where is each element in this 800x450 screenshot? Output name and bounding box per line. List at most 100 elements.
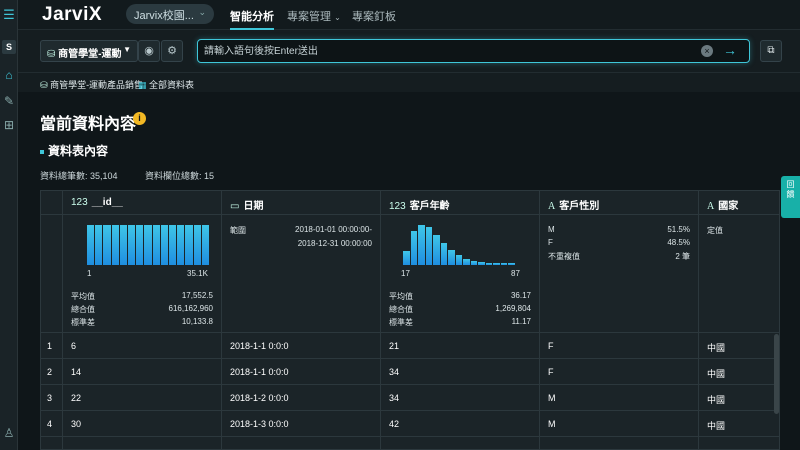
histogram-bar xyxy=(136,225,144,265)
hist-max-label: 35.1K xyxy=(187,269,208,278)
column-summary-gender: M 51.5% F 48.5% 不重複值 2 筆 xyxy=(540,215,698,333)
table-cell: F xyxy=(540,333,698,359)
user-icon[interactable]: ♙ xyxy=(2,426,16,440)
histogram-bar xyxy=(144,225,152,265)
histogram-bar xyxy=(87,225,95,265)
nav-project-management[interactable]: 專案管理 ⌄ xyxy=(287,8,341,24)
table-cell: 中國 xyxy=(699,411,779,437)
column-summary-date: 範圍 2018-01-01 00:00:00- 2018-12-31 00:00… xyxy=(222,215,380,333)
gear-icon: ⚙ xyxy=(167,45,177,57)
histogram-bar xyxy=(177,225,185,265)
home-icon[interactable]: ⌂ xyxy=(2,68,16,82)
stat-std-value: 10,133.8 xyxy=(181,317,213,326)
stat-std-value: 11.17 xyxy=(511,317,531,326)
histogram-bar xyxy=(500,263,508,265)
table-cell: 2018-1-2 0:0:0 xyxy=(222,385,380,411)
query-box: × → xyxy=(197,39,750,63)
hist-max-label: 87 xyxy=(511,269,520,278)
histogram-bar xyxy=(425,227,433,265)
column-id: 123 __id__ 1 35.1K 平均值 17,552.5 總合值 616,162… xyxy=(63,191,222,449)
breadcrumb-dataset[interactable]: ⛁ 商管學堂-運動產品銷售 xyxy=(40,78,143,91)
histogram-bar xyxy=(201,225,209,265)
stat-std-label: 標準差 xyxy=(389,318,413,327)
table-cell: 34 xyxy=(381,385,539,411)
workspace-label: Jarvix校園... xyxy=(134,10,194,22)
column-summary-country: 定值 xyxy=(699,215,779,333)
category-f: F 48.5% xyxy=(548,238,690,249)
dataset-select[interactable]: ⛁ 商管學堂-運動 ▼ xyxy=(40,40,138,62)
column-header-country[interactable]: A 國家 xyxy=(699,191,779,215)
column-name: __id__ xyxy=(91,197,123,208)
eye-icon: ◉ xyxy=(144,45,154,57)
category-m: M 51.5% xyxy=(548,225,690,236)
table-cell: M xyxy=(540,411,698,437)
top-bar: JarviX Jarvix校園... ⌄ 智能分析 專案管理 ⌄ 專案釘板 xyxy=(18,0,800,30)
category-value: 2 筆 xyxy=(675,252,690,261)
row-index: 2 xyxy=(41,359,62,385)
table-cell: 42 xyxy=(381,411,539,437)
column-header-date[interactable]: ▭ 日期 xyxy=(222,191,380,215)
histogram-bar xyxy=(433,235,440,265)
hierarchy-icon[interactable]: ⊞ xyxy=(2,118,16,132)
data-table: 1 2 3 4 123 __id__ 1 35.1K 平均值 17,552.5 總合… xyxy=(40,190,780,450)
preview-button[interactable]: ◉ xyxy=(138,40,160,62)
workspace-selector[interactable]: Jarvix校園... ⌄ xyxy=(126,4,214,24)
category-label: F xyxy=(548,238,553,247)
stat-std: 標準差 11.17 xyxy=(389,317,531,328)
column-header-id[interactable]: 123 __id__ xyxy=(63,191,221,215)
breadcrumb-table[interactable]: ▦ 全部資料表 xyxy=(138,78,194,91)
info-icon[interactable]: i xyxy=(133,112,146,125)
histogram-age xyxy=(403,225,515,265)
breadcrumb-dataset-label: 商管學堂-運動產品銷售 xyxy=(50,80,144,90)
settings-button[interactable]: ⚙ xyxy=(161,40,183,62)
table-cell: M xyxy=(540,385,698,411)
stat-sum: 總合值 616,162,960 xyxy=(71,304,213,315)
numeric-type-icon: 123 xyxy=(71,197,88,208)
stat-mean-label: 平均值 xyxy=(389,292,413,301)
stat-mean: 平均值 36.17 xyxy=(389,291,531,302)
column-header-age[interactable]: 123 客戶年齡 xyxy=(381,191,539,215)
nav-project-pinboard[interactable]: 專案釘板 xyxy=(352,8,396,24)
stat-std: 標準差 10,133.8 xyxy=(71,317,213,328)
feedback-label: 回饋 xyxy=(786,180,795,199)
histogram-bar xyxy=(160,225,168,265)
stat-sum-label: 總合值 xyxy=(389,305,413,314)
nav-smart-analysis[interactable]: 智能分析 xyxy=(230,8,274,30)
page-title: 當前資料內容 xyxy=(40,116,137,133)
histogram-bar xyxy=(493,263,500,265)
clear-icon[interactable]: × xyxy=(701,45,713,57)
column-date: ▭ 日期 範圍 2018-01-01 00:00:00- 2018-12-31 0… xyxy=(222,191,381,449)
stat-sum-value: 616,162,960 xyxy=(168,304,214,313)
column-name: 客戶年齡 xyxy=(409,201,450,212)
column-age: 123 客戶年齡 17 87 平均值 36.17 總合值 1,269,804 標準差 1… xyxy=(381,191,540,449)
app-logo[interactable]: JarviX xyxy=(42,4,102,26)
workspace-icon[interactable]: S xyxy=(2,40,16,54)
query-toolbar: ⛁ 商管學堂-運動 ▼ ◉ ⚙ × → ⧉ xyxy=(18,30,800,72)
row-index: 4 xyxy=(41,411,62,437)
database-icon: ⛁ xyxy=(47,49,56,60)
table-scrollbar[interactable] xyxy=(774,334,779,414)
stat-mean-value: 36.17 xyxy=(510,291,531,300)
table-cell: 中國 xyxy=(699,385,779,411)
query-input[interactable] xyxy=(204,43,684,59)
histogram-bar xyxy=(403,251,410,265)
feedback-tab[interactable]: 回饋 xyxy=(781,176,800,218)
hist-min-label: 1 xyxy=(87,269,92,278)
table-cell: 21 xyxy=(381,333,539,359)
index-header xyxy=(41,191,62,215)
nav-project-management-label: 專案管理 xyxy=(287,11,331,23)
histogram-bar xyxy=(152,225,160,265)
row-index: 1 xyxy=(41,333,62,359)
send-arrow-icon[interactable]: → xyxy=(723,42,737,58)
table-cell: 2018-1-3 0:0:0 xyxy=(222,411,380,437)
new-chat-button[interactable]: ⧉ xyxy=(760,40,782,62)
menu-icon[interactable]: ☰ xyxy=(2,8,16,22)
calendar-icon: ▭ xyxy=(230,201,240,212)
histogram-bar xyxy=(455,255,463,265)
numeric-type-icon: 123 xyxy=(389,201,406,212)
column-name: 客戶性別 xyxy=(559,201,600,212)
histogram-bar xyxy=(128,225,136,265)
pin-icon[interactable]: ✎ xyxy=(2,94,16,108)
table-cell: 14 xyxy=(63,359,221,385)
column-header-gender[interactable]: A 客戶性別 xyxy=(540,191,698,215)
